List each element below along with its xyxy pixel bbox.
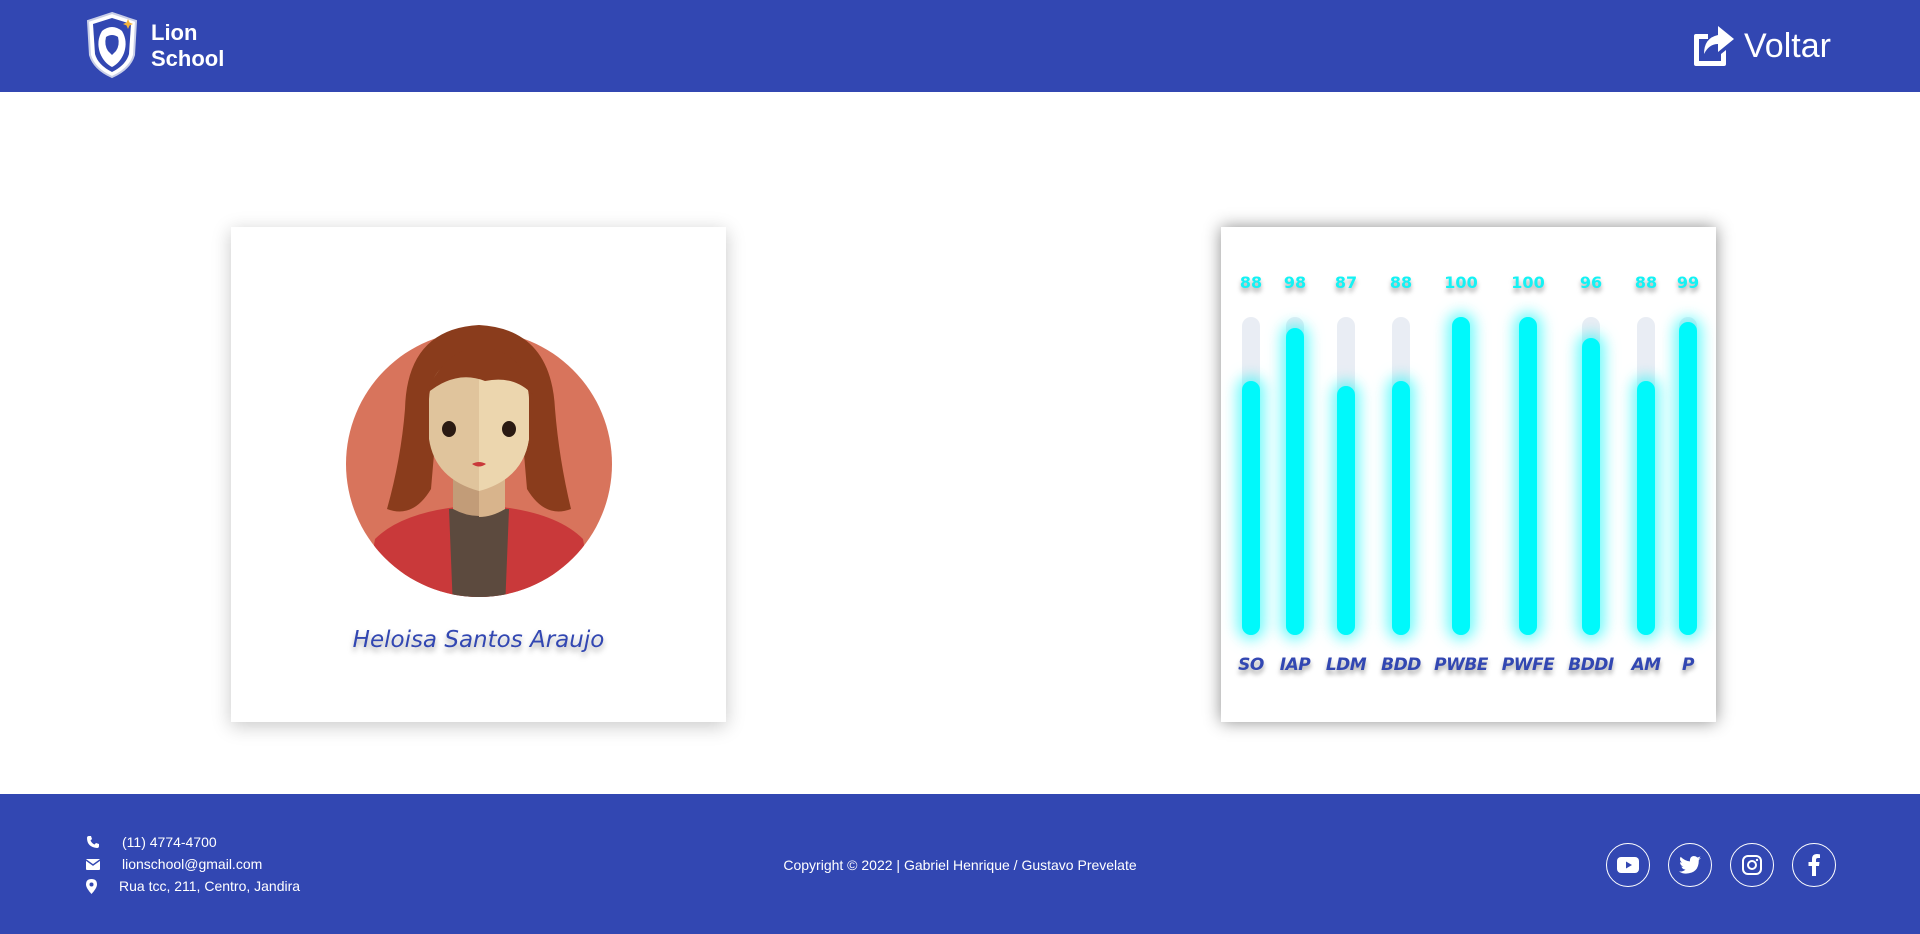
grade-value: 100: [1444, 273, 1478, 292]
grade-track: [1637, 317, 1655, 635]
twitter-icon: [1679, 856, 1701, 874]
grade-bar-p: 99 P: [1668, 227, 1708, 722]
brand-name: Lion School: [151, 20, 224, 72]
back-button[interactable]: Voltar: [1690, 24, 1831, 68]
address-text: Rua tcc, 211, Centro, Jandira: [119, 878, 301, 894]
instagram-icon: [1742, 855, 1762, 875]
facebook-link[interactable]: [1792, 843, 1836, 887]
social-links: [1606, 843, 1836, 887]
grade-fill: [1637, 380, 1655, 635]
grade-bar-bdd: 88 BDD: [1381, 227, 1421, 722]
grade-value: 88: [1389, 273, 1413, 292]
twitter-link[interactable]: [1668, 843, 1712, 887]
subject-label: P: [1682, 655, 1694, 675]
grade-fill: [1337, 385, 1355, 635]
grade-value: 88: [1634, 273, 1658, 292]
instagram-link[interactable]: [1730, 843, 1774, 887]
grade-value: 98: [1283, 273, 1307, 292]
student-name: Heloisa Santos Araujo: [352, 627, 605, 653]
grade-bar-pwfe: 100 PWFE: [1502, 227, 1555, 722]
grade-value: 96: [1579, 273, 1603, 292]
grade-value: 99: [1676, 273, 1700, 292]
grade-track: [1519, 317, 1537, 635]
grade-value: 100: [1511, 273, 1545, 292]
grade-fill: [1679, 322, 1697, 635]
grade-track: [1582, 317, 1600, 635]
grade-value: 87: [1334, 273, 1358, 292]
grade-track: [1452, 317, 1470, 635]
contact-phone: (11) 4774-4700: [86, 831, 300, 853]
grade-fill: [1519, 317, 1537, 635]
grade-value: 88: [1239, 273, 1263, 292]
grade-bar-so: 88 SO: [1231, 227, 1271, 722]
grade-fill: [1392, 380, 1410, 635]
share-exit-icon: [1694, 26, 1734, 66]
grade-bars: 88 SO 98 IAP 87 LDM 88 BDD 100 PWBE 100 PWFE 96 BDDI 8…: [1221, 227, 1716, 722]
grade-bar-pwbe: 100 PWBE: [1434, 227, 1488, 722]
female-avatar-icon: [346, 325, 612, 597]
grade-track: [1679, 317, 1697, 635]
grade-bar-iap: 98 IAP: [1275, 227, 1315, 722]
grade-track: [1337, 317, 1355, 635]
back-label: Voltar: [1744, 26, 1831, 65]
location-pin-icon: [86, 878, 119, 894]
facebook-icon: [1808, 854, 1820, 876]
grade-fill: [1286, 327, 1304, 635]
grades-chart: 88 SO 98 IAP 87 LDM 88 BDD 100 PWBE 100 PWFE 96 BDDI 8…: [1221, 227, 1716, 722]
grade-bar-bddi: 96 BDDI: [1568, 227, 1614, 722]
header: Lion School Voltar: [0, 0, 1920, 92]
grade-bar-am: 88 AM: [1626, 227, 1666, 722]
youtube-icon: [1617, 857, 1639, 873]
subject-label: BDD: [1381, 655, 1421, 675]
brand-line-1: Lion: [151, 20, 198, 45]
brand-line-2: School: [151, 46, 225, 71]
contact-address: Rua tcc, 211, Centro, Jandira: [86, 875, 300, 897]
grade-track: [1392, 317, 1410, 635]
footer: (11) 4774-4700 lionschool@gmail.com Rua …: [0, 794, 1920, 934]
grade-fill: [1242, 380, 1260, 635]
lion-logo-icon[interactable]: [84, 11, 140, 79]
subject-label: PWFE: [1501, 655, 1555, 675]
grade-bar-ldm: 87 LDM: [1326, 227, 1367, 722]
youtube-link[interactable]: [1606, 843, 1650, 887]
student-card: Heloisa Santos Araujo: [231, 227, 726, 722]
grade-fill: [1582, 338, 1600, 635]
grade-fill: [1452, 317, 1470, 635]
grade-track: [1242, 317, 1260, 635]
subject-label: PWBE: [1434, 655, 1488, 675]
grade-track: [1286, 317, 1304, 635]
phone-icon: [86, 835, 122, 849]
phone-text: (11) 4774-4700: [122, 834, 217, 850]
